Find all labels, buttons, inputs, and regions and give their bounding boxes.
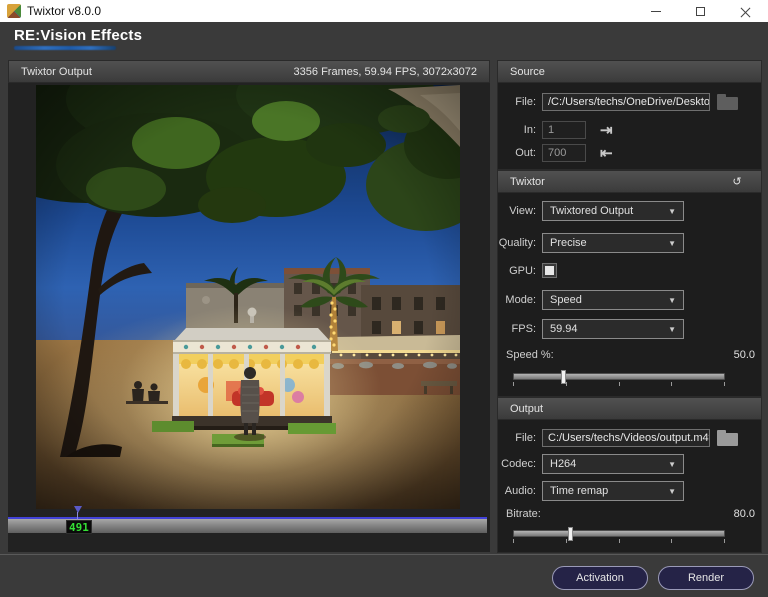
- current-frame-counter: 491: [66, 520, 92, 534]
- mode-dropdown[interactable]: Speed ▼: [542, 290, 684, 310]
- maximize-icon[interactable]: [678, 0, 723, 22]
- source-section: File: /C:/Users/techs/OneDrive/Desktop/D…: [497, 83, 762, 170]
- preview-panel-title: Twixtor Output: [21, 66, 92, 78]
- activation-button[interactable]: Activation: [552, 566, 648, 590]
- speed-label: Speed %:: [506, 349, 554, 361]
- gpu-label: GPU:: [498, 265, 536, 277]
- source-file-label: File:: [498, 96, 536, 108]
- fps-dropdown[interactable]: 59.94 ▼: [542, 319, 684, 339]
- chevron-down-icon: ▼: [668, 239, 676, 248]
- mode-label: Mode:: [498, 294, 536, 306]
- out-frame-input[interactable]: 700: [542, 144, 586, 162]
- timeline-track[interactable]: 491: [8, 517, 487, 533]
- window-title: Twixtor v8.0.0: [27, 4, 101, 18]
- close-icon[interactable]: [723, 0, 768, 22]
- brand-name: RE:Vision Effects: [14, 27, 142, 44]
- twixtor-window: Twixtor v8.0.0 RE:Vision Effects Twixtor…: [0, 0, 768, 597]
- brand-header: RE:Vision Effects: [14, 27, 142, 50]
- output-section-header: Output: [497, 397, 762, 420]
- codec-dropdown[interactable]: H264 ▼: [542, 454, 684, 474]
- output-browse-folder-icon[interactable]: [717, 430, 738, 446]
- chevron-down-icon: ▼: [668, 325, 676, 334]
- source-title: Source: [510, 66, 545, 78]
- render-button[interactable]: Render: [658, 566, 754, 590]
- twixtor-section-header: Twixtor ↺: [497, 170, 762, 193]
- quality-label: Quality:: [498, 237, 536, 249]
- controls-panel: Source File: /C:/Users/techs/OneDrive/De…: [497, 60, 762, 552]
- preview-panel-header: Twixtor Output 3356 Frames, 59.94 FPS, 3…: [8, 60, 490, 83]
- bitrate-slider[interactable]: [513, 530, 725, 537]
- out-label: Out:: [498, 147, 536, 159]
- audio-label: Audio:: [498, 485, 536, 497]
- chevron-down-icon: ▼: [668, 207, 676, 216]
- in-label: In:: [498, 124, 536, 136]
- preview-panel: Twixtor Output 3356 Frames, 59.94 FPS, 3…: [8, 60, 490, 552]
- source-file-input[interactable]: /C:/Users/techs/OneDrive/Desktop/DCIM/DJ…: [542, 93, 710, 111]
- view-label: View:: [498, 205, 536, 217]
- output-file-input[interactable]: C:/Users/techs/Videos/output.m4v: [542, 429, 710, 447]
- set-out-point-icon[interactable]: ⇤: [600, 146, 613, 161]
- gpu-checkbox[interactable]: [542, 263, 557, 278]
- source-browse-folder-icon[interactable]: [717, 94, 738, 110]
- bitrate-value: 80.0: [734, 508, 755, 520]
- app-icon: [7, 4, 21, 18]
- twixtor-section: View: Twixtored Output ▼ Quality: Precis…: [497, 193, 762, 397]
- speed-value: 50.0: [734, 349, 755, 361]
- fps-label: FPS:: [498, 323, 536, 335]
- chevron-down-icon: ▼: [668, 487, 676, 496]
- view-dropdown[interactable]: Twixtored Output ▼: [542, 201, 684, 221]
- minimize-icon[interactable]: [633, 0, 678, 22]
- chevron-down-icon: ▼: [668, 296, 676, 305]
- output-section: File: C:/Users/techs/Videos/output.m4v C…: [497, 420, 762, 553]
- in-frame-input[interactable]: 1: [542, 121, 586, 139]
- footer-bar: Activation Render: [0, 554, 768, 597]
- bitrate-slider-ticks: [513, 539, 725, 543]
- clip-info: 3356 Frames, 59.94 FPS, 3072x3072: [294, 66, 477, 78]
- source-section-header: Source: [497, 60, 762, 83]
- bitrate-label: Bitrate:: [506, 508, 541, 520]
- set-in-point-icon[interactable]: ⇥: [600, 123, 613, 138]
- output-file-label: File:: [498, 432, 536, 444]
- audio-dropdown[interactable]: Time remap ▼: [542, 481, 684, 501]
- speed-slider-ticks: [513, 382, 725, 386]
- codec-label: Codec:: [498, 458, 536, 470]
- preview-image: [36, 85, 460, 509]
- chevron-down-icon: ▼: [668, 460, 676, 469]
- speed-slider[interactable]: [513, 373, 725, 380]
- output-title: Output: [510, 403, 543, 415]
- titlebar: Twixtor v8.0.0: [0, 0, 768, 22]
- brand-tagline-decoration: [14, 46, 116, 50]
- reset-icon[interactable]: ↺: [725, 172, 749, 191]
- twixtor-title: Twixtor: [510, 176, 545, 188]
- quality-dropdown[interactable]: Precise ▼: [542, 233, 684, 253]
